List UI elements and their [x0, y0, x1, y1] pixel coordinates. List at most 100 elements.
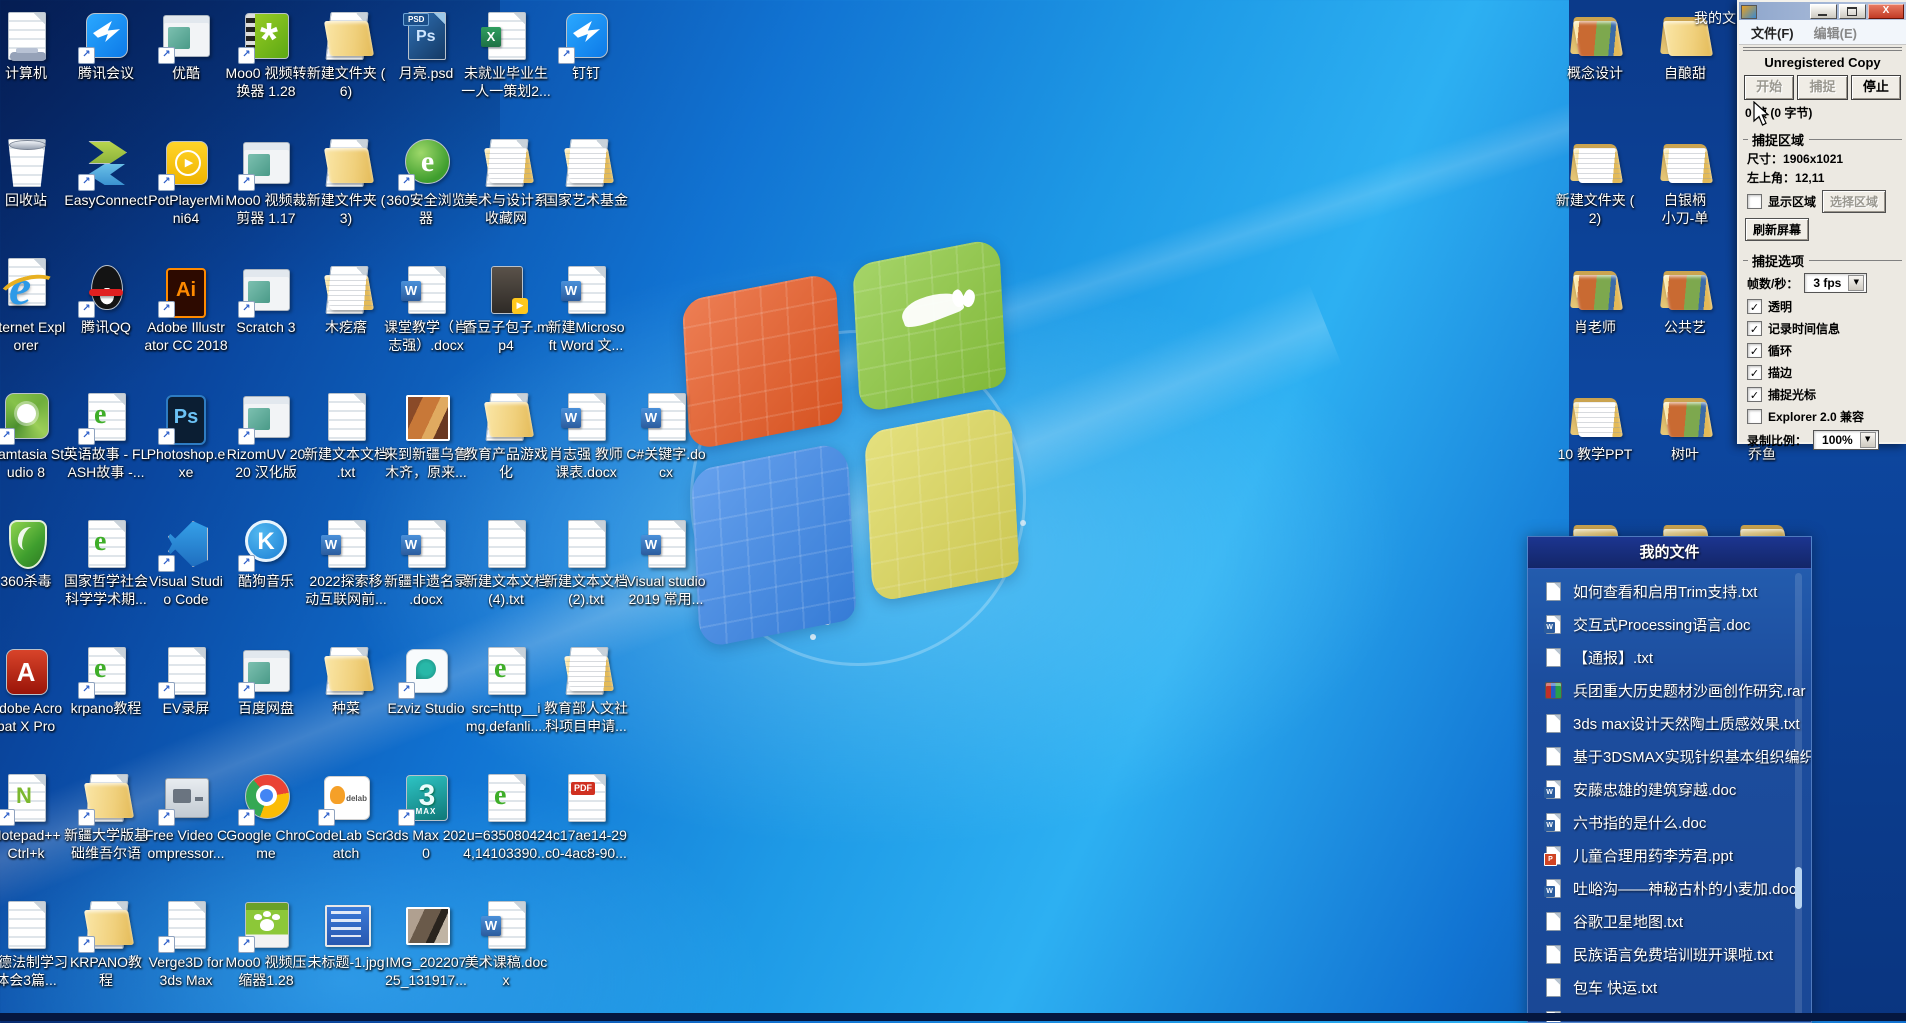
file-list-item[interactable]: 六书指的是什么.doc: [1528, 806, 1811, 839]
file-list-item[interactable]: 如何查看和启用Trim支持.txt: [1528, 575, 1811, 608]
desktop-icon[interactable]: Verge3D for 3ds Max: [146, 895, 226, 1022]
desktop-icon[interactable]: EasyConnect: [66, 133, 146, 260]
close-button[interactable]: X: [1868, 4, 1904, 19]
record-scale-dropdown[interactable]: 100%▼: [1813, 430, 1879, 450]
desktop-icon[interactable]: 4c17ae14-29 c0-4ac8-90...: [546, 768, 626, 895]
desktop-icon[interactable]: 种菜: [306, 641, 386, 768]
desktop-icon[interactable]: Visual studio 2019 常用...: [626, 514, 706, 641]
desktop-icon[interactable]: krpano教程: [66, 641, 146, 768]
menu-file[interactable]: 文件(F): [1751, 23, 1794, 42]
file-list-item[interactable]: 包车 快运.txt: [1528, 971, 1811, 1004]
desktop-icon[interactable]: 课堂教学（肖 志强）.docx: [386, 260, 466, 387]
file-list-item[interactable]: 【通报】.txt: [1528, 641, 1811, 674]
desktop-icon[interactable]: 3ds Max 202 0: [386, 768, 466, 895]
desktop-icon[interactable]: Adobe Illustr ator CC 2018: [146, 260, 226, 387]
desktop-icon[interactable]: 2022探索移 动互联网前...: [306, 514, 386, 641]
desktop-icon[interactable]: 360安全浏览 器: [386, 133, 466, 260]
desktop-icon[interactable]: CodeLab Scr atch: [306, 768, 386, 895]
desktop-icon[interactable]: C#关键字.do cx: [626, 387, 706, 514]
desktop-icon[interactable]: 新建文本文档 (2).txt: [546, 514, 626, 641]
desktop-icon[interactable]: 10 教学PPT: [1555, 387, 1635, 514]
desktop-icon[interactable]: Google Chro me: [226, 768, 306, 895]
maximize-button[interactable]: [1839, 4, 1866, 19]
desktop-icon[interactable]: 香豆子包子.m p4: [466, 260, 546, 387]
desktop-icon[interactable]: 来到新疆乌鲁 木齐，原来...: [386, 387, 466, 514]
file-list-item[interactable]: 民族语言免费培训班开课啦.txt: [1528, 938, 1811, 971]
desktop-icon[interactable]: 教育产品游戏 化: [466, 387, 546, 514]
window-titlebar[interactable]: X: [1739, 2, 1906, 20]
desktop-icon[interactable]: Photoshop.e xe: [146, 387, 226, 514]
desktop-icon[interactable]: 概念设计: [1555, 6, 1635, 133]
fps-dropdown[interactable]: 3 fps▼: [1804, 273, 1867, 293]
option-checkbox[interactable]: [1747, 409, 1762, 424]
desktop-icon[interactable]: 公共艺: [1645, 260, 1725, 387]
option-checkbox[interactable]: [1747, 387, 1762, 402]
option-checkbox[interactable]: [1747, 365, 1762, 380]
desktop-icon[interactable]: 木疙瘩: [306, 260, 386, 387]
desktop-icon[interactable]: 新建文本文档 (4).txt: [466, 514, 546, 641]
desktop-icon[interactable]: 腾讯QQ: [66, 260, 146, 387]
file-list-item[interactable]: 谷歌卫星地图.txt: [1528, 905, 1811, 938]
desktop-icon[interactable]: 月亮.psd: [386, 6, 466, 133]
desktop-icon[interactable]: Free Video C ompressor...: [146, 768, 226, 895]
desktop-icon[interactable]: 英语故事 - FL ASH故事 -...: [66, 387, 146, 514]
desktop-icon[interactable]: Visual Studi o Code: [146, 514, 226, 641]
desktop-icon[interactable]: IMG_202207 25_131917...: [386, 895, 466, 1022]
scrollbar-thumb[interactable]: [1795, 867, 1802, 909]
desktop-icon[interactable]: 新建Microso ft Word 文...: [546, 260, 626, 387]
scrollbar-track[interactable]: [1795, 573, 1802, 1016]
file-list-item[interactable]: 吐峪沟——神秘古朴的小麦加.doc: [1528, 872, 1811, 905]
desktop-icon[interactable]: 新建文件夹 ( 2): [1555, 133, 1635, 260]
desktop-icon[interactable]: src=http__i mg.defanli....: [466, 641, 546, 768]
desktop-icon[interactable]: 腾讯会议: [66, 6, 146, 133]
option-checkbox[interactable]: [1747, 321, 1762, 336]
desktop-icon[interactable]: 美术课稿.doc x: [466, 895, 546, 1022]
desktop-icon[interactable]: 未就业毕业生 一人一策划2...: [466, 6, 546, 133]
desktop-icon[interactable]: 美术与设计系 收藏网: [466, 133, 546, 260]
desktop-icon[interactable]: 肖老师: [1555, 260, 1635, 387]
desktop-icon[interactable]: 新疆非遗名录 .docx: [386, 514, 466, 641]
desktop-icon[interactable]: 肖志强 教师 课表.docx: [546, 387, 626, 514]
desktop-icon[interactable]: 优酷: [146, 6, 226, 133]
minimize-button[interactable]: [1810, 4, 1837, 19]
desktop-icon[interactable]: EV录屏: [146, 641, 226, 768]
desktop-icon[interactable]: 新建文件夹 ( 6): [306, 6, 386, 133]
select-region-button[interactable]: 选择区域: [1822, 190, 1886, 213]
desktop-icon[interactable]: 新建文本文档 .txt: [306, 387, 386, 514]
desktop-icon[interactable]: 教育部人文社 科项目申请...: [546, 641, 626, 768]
stop-button[interactable]: 停止: [1851, 75, 1901, 100]
desktop-icon[interactable]: 百度网盘: [226, 641, 306, 768]
file-list-item[interactable]: 3ds max设计天然陶土质感效果.txt: [1528, 707, 1811, 740]
desktop-icon[interactable]: Ezviz Studio: [386, 641, 466, 768]
desktop-icon[interactable]: 钉钉: [546, 6, 626, 133]
desktop-icon[interactable]: Moo0 视频裁 剪器 1.17: [226, 133, 306, 260]
start-button[interactable]: 开始: [1744, 75, 1794, 100]
desktop-icon[interactable]: RizomUV 20 20 汉化版: [226, 387, 306, 514]
desktop-icon[interactable]: u=63508042 4,14103390...: [466, 768, 546, 895]
menu-edit[interactable]: 编辑(E): [1814, 23, 1857, 42]
file-list-item[interactable]: 兵团重大历史题材沙画创作研究.rar: [1528, 674, 1811, 707]
file-list-item[interactable]: 基于3DSMAX实现针织基本组织编织的...: [1528, 740, 1811, 773]
desktop-icon[interactable]: 国家艺术基金: [546, 133, 626, 260]
desktop-icon[interactable]: 新建文件夹 ( 3): [306, 133, 386, 260]
file-list-item[interactable]: 安藤忠雄的建筑穿越.doc: [1528, 773, 1811, 806]
desktop-icon[interactable]: Moo0 视频压 缩器1.28: [226, 895, 306, 1022]
desktop-icon[interactable]: 未标题-1.jpg: [306, 895, 386, 1022]
desktop-icon[interactable]: 酷狗音乐: [226, 514, 306, 641]
desktop-icon[interactable]: PotPlayerMi ni64: [146, 133, 226, 260]
desktop-icon[interactable]: 白银柄 小刀-单: [1645, 133, 1725, 260]
doc-icon: [1544, 614, 1563, 635]
desktop-icon[interactable]: KRPANO教 程: [66, 895, 146, 1022]
file-list-item[interactable]: 交互式Processing语言.doc: [1528, 608, 1811, 641]
desktop-icon[interactable]: 新疆大学版基 础维吾尔语: [66, 768, 146, 895]
option-checkbox[interactable]: [1747, 343, 1762, 358]
show-region-checkbox[interactable]: [1747, 194, 1762, 209]
capture-button[interactable]: 捕捉: [1797, 75, 1847, 100]
butterfly-icon: [952, 290, 978, 316]
refresh-screen-button[interactable]: 刷新屏幕: [1745, 218, 1809, 241]
desktop-icon[interactable]: Scratch 3: [226, 260, 306, 387]
option-checkbox[interactable]: [1747, 299, 1762, 314]
file-list-item[interactable]: 儿童合理用药李芳君.ppt: [1528, 839, 1811, 872]
desktop-icon[interactable]: 国家哲学社会 科学学术期...: [66, 514, 146, 641]
desktop-icon[interactable]: Moo0 视频转 换器 1.28: [226, 6, 306, 133]
